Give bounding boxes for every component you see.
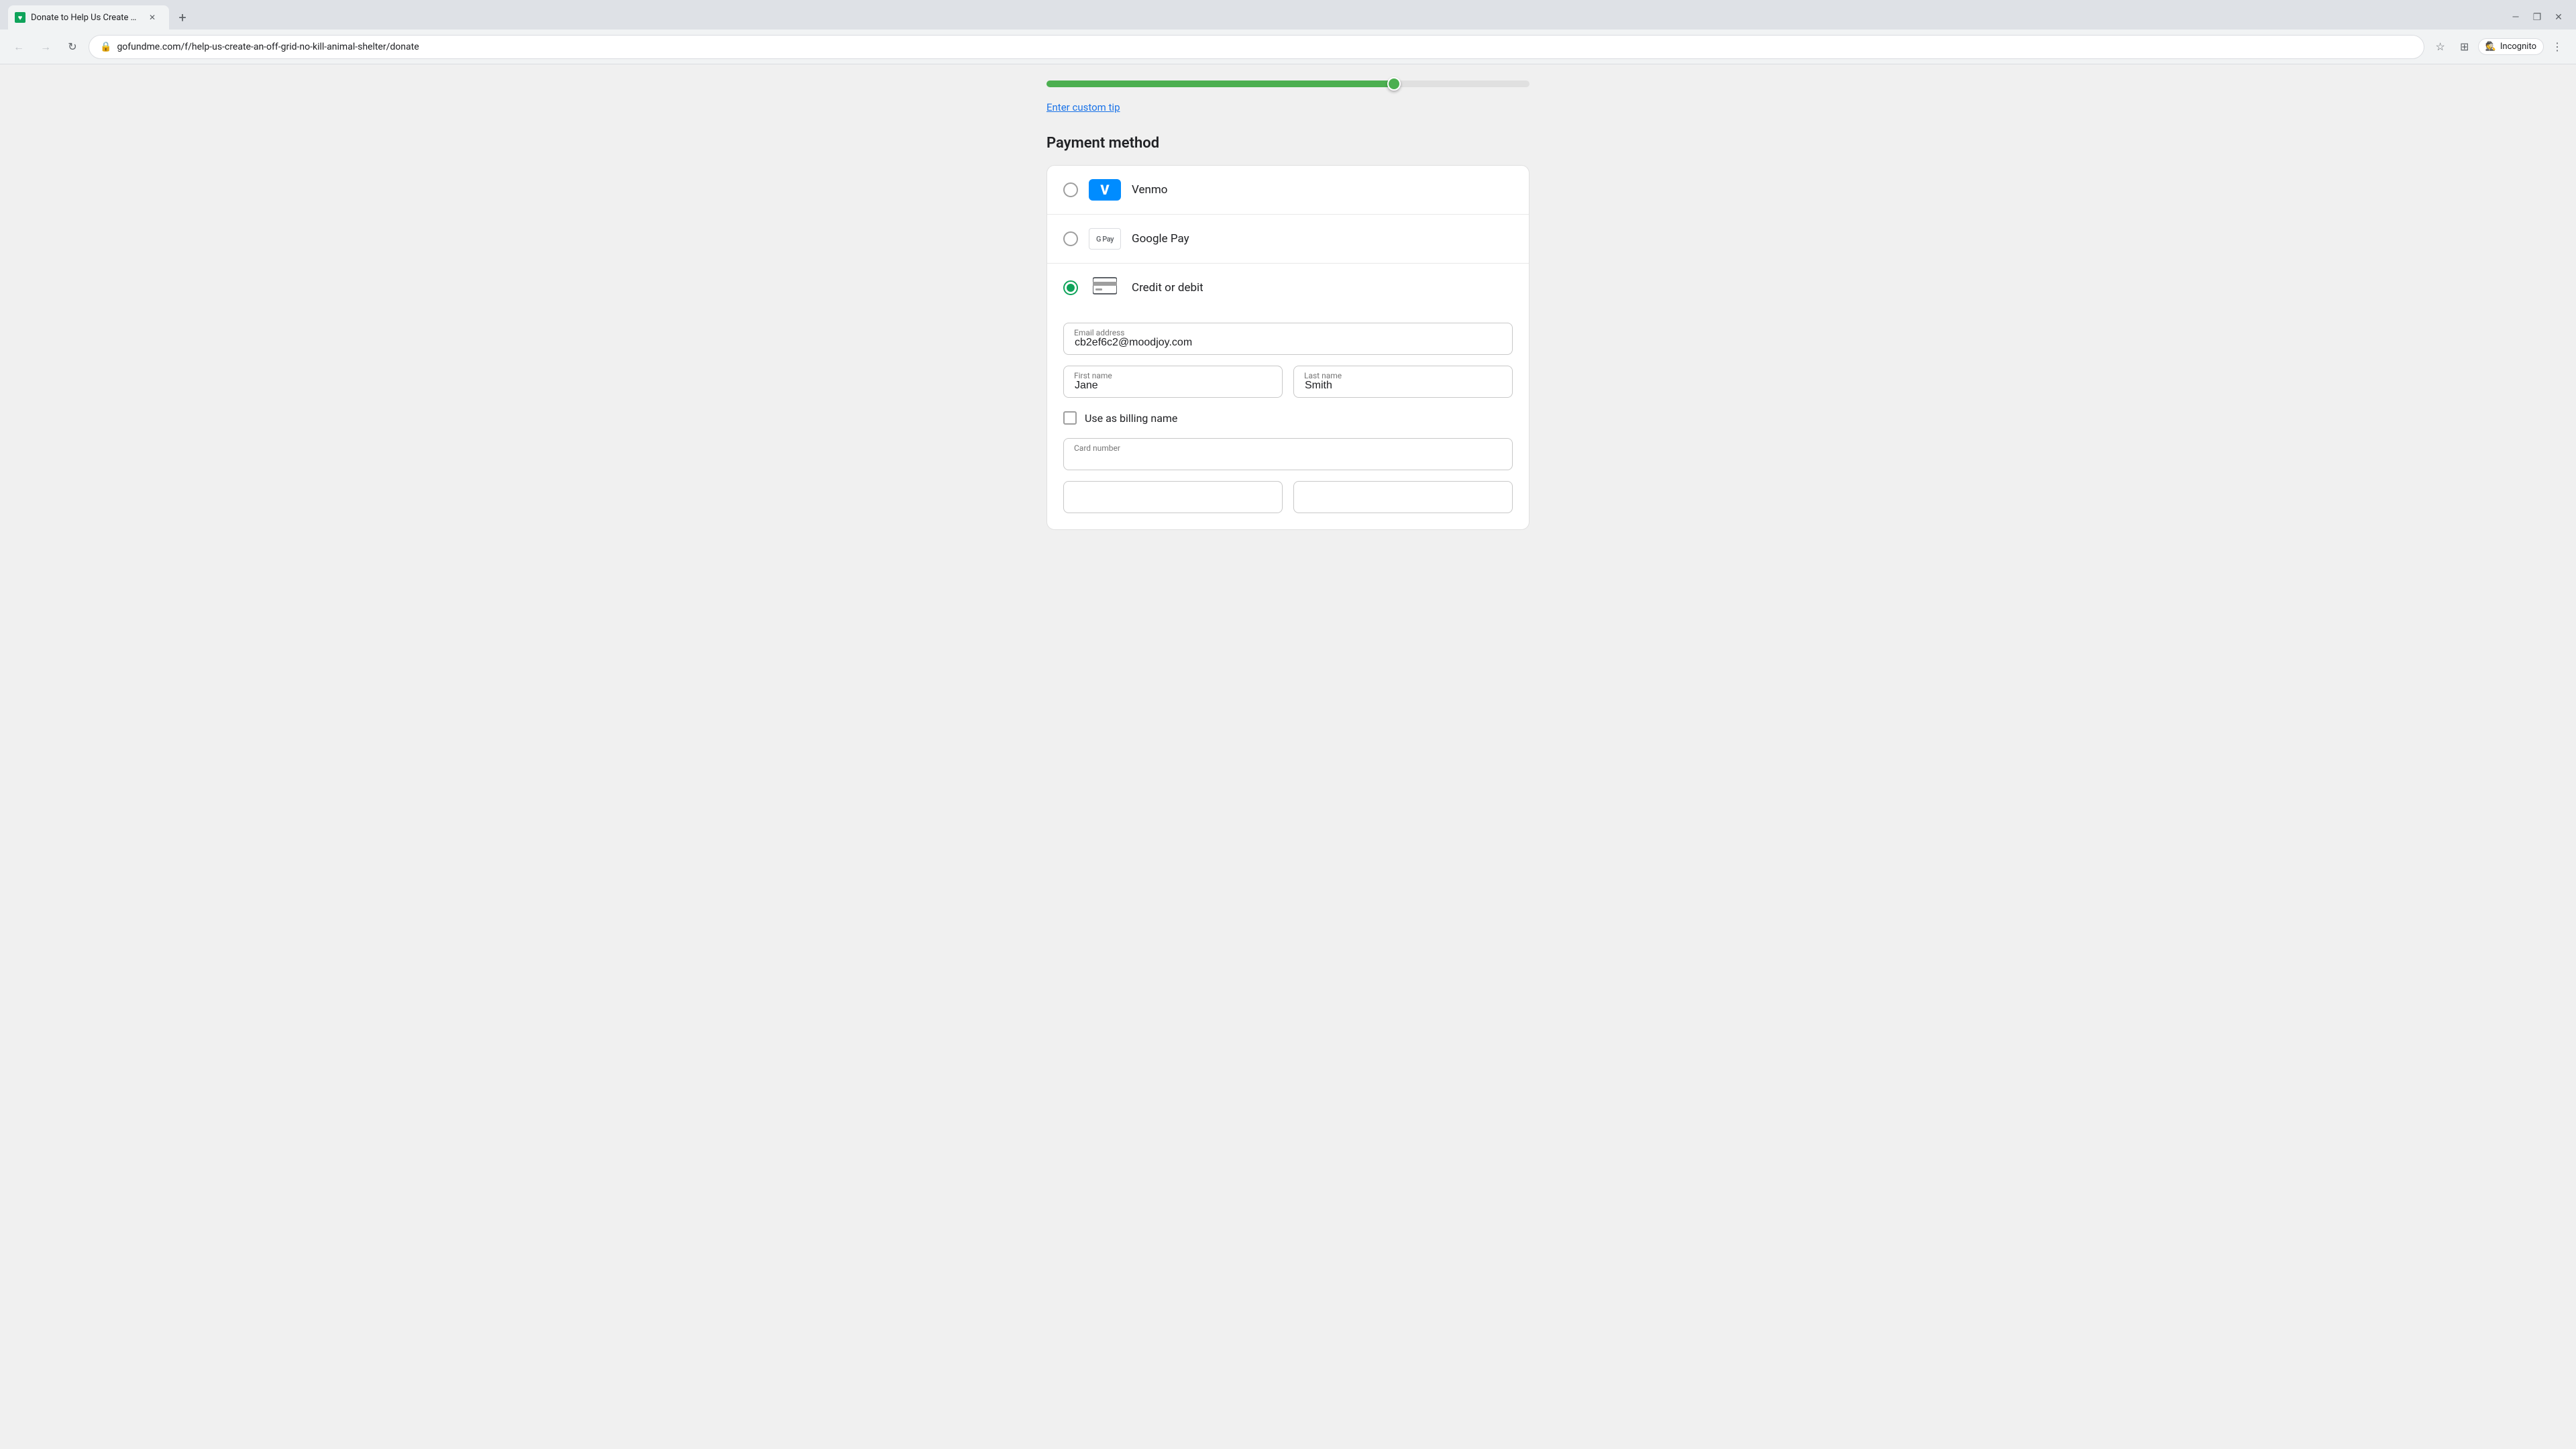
venmo-option[interactable]: V Venmo xyxy=(1047,166,1529,215)
last-name-input[interactable] xyxy=(1293,366,1513,398)
last-name-field-container: Last name xyxy=(1293,366,1513,398)
lock-icon: 🔒 xyxy=(100,42,111,52)
venmo-radio[interactable] xyxy=(1063,182,1078,197)
tab-close-button[interactable]: ✕ xyxy=(146,11,158,23)
incognito-label: Incognito xyxy=(2500,42,2536,52)
bookmark-button[interactable]: ☆ xyxy=(2430,36,2451,58)
expiry-field-container xyxy=(1063,481,1283,513)
cvv-input[interactable] xyxy=(1293,481,1513,513)
credit-debit-form: Email address First name Last name xyxy=(1063,323,1513,513)
card-number-input[interactable] xyxy=(1063,438,1513,470)
venmo-logo-icon: V xyxy=(1089,179,1121,201)
credit-debit-option[interactable]: Credit or debit Email address First name xyxy=(1047,264,1529,529)
tab-favicon: ♥ xyxy=(15,12,25,23)
credit-card-logo xyxy=(1089,277,1121,299)
forward-button[interactable]: → xyxy=(35,36,56,58)
progress-bar-container xyxy=(1046,80,1529,87)
back-button[interactable]: ← xyxy=(8,36,30,58)
minimize-button[interactable]: — xyxy=(2506,8,2525,27)
credit-debit-label: Credit or debit xyxy=(1132,281,1203,294)
credit-debit-radio[interactable] xyxy=(1063,280,1078,295)
refresh-button[interactable]: ↻ xyxy=(62,36,83,58)
venmo-label: Venmo xyxy=(1132,183,1167,197)
progress-thumb xyxy=(1387,77,1401,91)
cvv-field-container xyxy=(1293,481,1513,513)
google-pay-option[interactable]: G Pay Google Pay xyxy=(1047,215,1529,264)
email-field-container: Email address xyxy=(1063,323,1513,355)
custom-tip-link[interactable]: Enter custom tip xyxy=(1046,101,1120,113)
billing-checkbox[interactable] xyxy=(1063,411,1077,425)
tab-title: Donate to Help Us Create An O xyxy=(31,13,141,23)
address-bar[interactable]: 🔒 gofundme.com/f/help-us-create-an-off-g… xyxy=(89,35,2424,59)
payment-method-title: Payment method xyxy=(1046,135,1529,152)
name-row: First name Last name xyxy=(1063,366,1513,398)
first-name-field-container: First name xyxy=(1063,366,1283,398)
active-tab[interactable]: ♥ Donate to Help Us Create An O ✕ xyxy=(8,5,169,30)
billing-checkbox-row: Use as billing name xyxy=(1063,411,1513,425)
payment-method-card: V Venmo G Pay Google Pay xyxy=(1046,165,1529,530)
incognito-badge: 🕵️ Incognito xyxy=(2478,38,2544,55)
bottom-fields-row xyxy=(1063,481,1513,513)
google-pay-label: Google Pay xyxy=(1132,232,1189,246)
card-number-field-container: Card number xyxy=(1063,438,1513,470)
browser-titlebar: ♥ Donate to Help Us Create An O ✕ + — ❐ … xyxy=(0,0,2576,30)
main-container: Enter custom tip Payment method V Venmo xyxy=(1046,80,1529,1422)
new-tab-button[interactable]: + xyxy=(170,5,195,30)
gpay-logo-icon: G Pay xyxy=(1089,228,1121,250)
incognito-icon: 🕵️ xyxy=(2485,42,2496,52)
expiry-input[interactable] xyxy=(1063,481,1283,513)
maximize-button[interactable]: ❐ xyxy=(2528,8,2546,27)
email-input[interactable] xyxy=(1063,323,1513,355)
gpay-logo: G Pay xyxy=(1089,228,1121,250)
toolbar-icons: ☆ ⊞ 🕵️ Incognito ⋮ xyxy=(2430,36,2568,58)
progress-bar-fill xyxy=(1046,80,1394,87)
google-pay-radio[interactable] xyxy=(1063,231,1078,246)
close-button[interactable]: ✕ xyxy=(2549,8,2568,27)
first-name-input[interactable] xyxy=(1063,366,1283,398)
split-screen-button[interactable]: ⊞ xyxy=(2454,36,2475,58)
billing-label: Use as billing name xyxy=(1085,412,1177,425)
tab-bar: ♥ Donate to Help Us Create An O ✕ + xyxy=(8,5,195,30)
browser-frame: ♥ Donate to Help Us Create An O ✕ + — ❐ … xyxy=(0,0,2576,64)
menu-button[interactable]: ⋮ xyxy=(2546,36,2568,58)
browser-toolbar: ← → ↻ 🔒 gofundme.com/f/help-us-create-an… xyxy=(0,30,2576,64)
page-content: Enter custom tip Payment method V Venmo xyxy=(0,64,2576,1449)
venmo-logo: V xyxy=(1089,179,1121,201)
credit-debit-header: Credit or debit xyxy=(1063,277,1513,299)
credit-card-icon xyxy=(1093,276,1117,299)
url-text: gofundme.com/f/help-us-create-an-off-gri… xyxy=(117,42,2412,52)
